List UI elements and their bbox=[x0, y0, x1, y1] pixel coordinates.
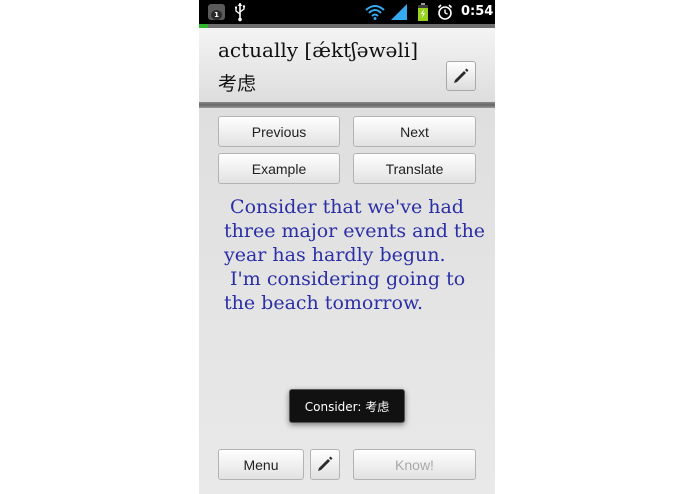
example-button[interactable]: Example bbox=[218, 153, 340, 184]
translate-button[interactable]: Translate bbox=[353, 153, 476, 184]
word-with-pronunciation: actually [ǽktʃəwəli] bbox=[218, 38, 418, 62]
pencil-icon bbox=[318, 456, 333, 471]
edit-example-button[interactable] bbox=[310, 449, 340, 480]
wifi-icon bbox=[365, 5, 385, 20]
example-sentences: Consider that we've had three major even… bbox=[224, 196, 486, 314]
notification-icon: 1 bbox=[208, 4, 225, 20]
alarm-icon bbox=[437, 4, 453, 20]
word-translation: 考虑 bbox=[218, 73, 257, 95]
edit-word-button[interactable] bbox=[446, 61, 476, 91]
previous-button[interactable]: Previous bbox=[218, 116, 340, 147]
usb-icon bbox=[235, 3, 246, 22]
word-card: actually [ǽktʃəwəli] 考虑 bbox=[199, 28, 495, 102]
header-divider bbox=[199, 102, 495, 108]
pencil-icon bbox=[454, 68, 469, 83]
know-button[interactable]: Know! bbox=[353, 449, 476, 480]
menu-button[interactable]: Menu bbox=[218, 449, 304, 480]
status-time: 0:54 bbox=[461, 4, 494, 19]
status-bar: 1 0:54 bbox=[199, 0, 495, 24]
next-button[interactable]: Next bbox=[353, 116, 476, 147]
signal-icon bbox=[391, 4, 407, 20]
phone-screen: 1 0:54 actually [ǽktʃəwəli] 考虑 Previous … bbox=[199, 0, 495, 494]
notification-count: 1 bbox=[211, 10, 222, 20]
battery-icon bbox=[418, 3, 428, 21]
toast-message: Consider: 考虑 bbox=[289, 389, 405, 423]
